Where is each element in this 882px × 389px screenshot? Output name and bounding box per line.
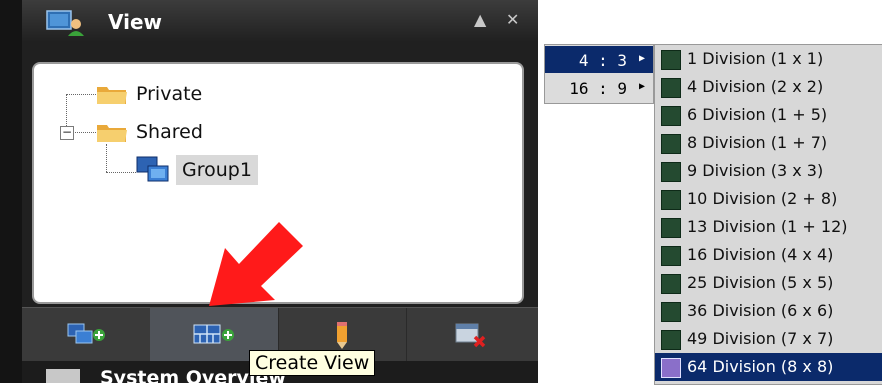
panel-title: View bbox=[108, 10, 163, 34]
menu-item-4-3[interactable]: 4 : 3 ▶ bbox=[545, 46, 653, 73]
division-label: 64 Division (8 x 8) bbox=[687, 357, 834, 376]
division-item-64[interactable]: 64 Division (8 x 8) bbox=[655, 353, 882, 381]
submenu-arrow-icon: ▶ bbox=[638, 81, 645, 92]
aspect-ratio-menu: 4 : 3 ▶ 16 : 9 ▶ bbox=[544, 44, 654, 104]
pointer-arrow-icon bbox=[209, 222, 303, 306]
division-item-13[interactable]: 13 Division (1 + 12) bbox=[655, 213, 882, 241]
division-item-10[interactable]: 10 Division (2 + 8) bbox=[655, 185, 882, 213]
division-item-25[interactable]: 25 Division (5 x 5) bbox=[655, 269, 882, 297]
layout-9-icon bbox=[661, 162, 681, 182]
close-button[interactable]: ✕ bbox=[506, 10, 519, 29]
collapse-button[interactable]: ▲ bbox=[474, 10, 486, 29]
menu-item-label: 4 : 3 bbox=[578, 51, 627, 70]
division-label: 16 Division (4 x 4) bbox=[687, 245, 834, 264]
tree-line bbox=[106, 144, 107, 172]
panel-edge bbox=[0, 0, 22, 383]
division-item-16[interactable]: 16 Division (4 x 4) bbox=[655, 241, 882, 269]
layout-10-icon bbox=[661, 190, 681, 210]
menu-item-label: 16 : 9 bbox=[569, 79, 627, 98]
folder-icon bbox=[97, 87, 127, 104]
folder-icon bbox=[97, 125, 127, 142]
view-panel: View ▲ ✕ − Private Shared Group1 System … bbox=[0, 0, 538, 389]
tree-item-label: Group1 bbox=[176, 155, 258, 185]
tree-expander-shared[interactable]: − bbox=[60, 126, 74, 140]
layout-13-icon bbox=[661, 218, 681, 238]
panel-titlebar: View ▲ ✕ bbox=[22, 0, 538, 42]
create-view-icon bbox=[193, 324, 234, 344]
layout-8-icon bbox=[661, 134, 681, 154]
layout-64-icon bbox=[661, 358, 681, 378]
tree-item-label: Shared bbox=[136, 121, 203, 143]
tree-item-label: Private bbox=[136, 83, 203, 105]
division-label: 6 Division (1 + 5) bbox=[687, 105, 828, 124]
layout-4-icon bbox=[661, 78, 681, 98]
division-item-36[interactable]: 36 Division (6 x 6) bbox=[655, 297, 882, 325]
system-overview-icon bbox=[46, 369, 80, 383]
create-view-tooltip: Create View bbox=[249, 350, 376, 376]
division-item-49[interactable]: 49 Division (7 x 7) bbox=[655, 325, 882, 353]
tree-item-shared[interactable]: Shared bbox=[96, 118, 203, 146]
pencil-icon bbox=[337, 322, 347, 349]
division-label: 25 Division (5 x 5) bbox=[687, 273, 834, 292]
division-label: 10 Division (2 + 8) bbox=[687, 189, 838, 208]
tree-line bbox=[106, 172, 136, 173]
division-item-6[interactable]: 6 Division (1 + 5) bbox=[655, 101, 882, 129]
layout-49-icon bbox=[661, 330, 681, 350]
add-group-icon bbox=[67, 323, 105, 344]
layout-25-icon bbox=[661, 274, 681, 294]
delete-button[interactable] bbox=[406, 308, 534, 362]
division-label: 49 Division (7 x 7) bbox=[687, 329, 834, 348]
layout-1-icon bbox=[661, 50, 681, 70]
layout-36-icon bbox=[661, 302, 681, 322]
division-label: 36 Division (6 x 6) bbox=[687, 301, 834, 320]
layout-16-icon bbox=[661, 246, 681, 266]
layout-6-icon bbox=[661, 106, 681, 126]
division-item-8[interactable]: 8 Division (1 + 7) bbox=[655, 129, 882, 157]
tree-line bbox=[72, 132, 96, 133]
division-label: 4 Division (2 x 2) bbox=[687, 77, 824, 96]
division-label: 8 Division (1 + 7) bbox=[687, 133, 828, 152]
view-panel-body: View ▲ ✕ − Private Shared Group1 System … bbox=[22, 0, 538, 389]
division-item-9[interactable]: 9 Division (3 x 3) bbox=[655, 157, 882, 185]
delete-icon bbox=[455, 323, 486, 348]
division-item-1[interactable]: 1 Division (1 x 1) bbox=[655, 45, 882, 73]
division-item-4[interactable]: 4 Division (2 x 2) bbox=[655, 73, 882, 101]
tree-item-private[interactable]: Private bbox=[96, 80, 202, 108]
add-group-button[interactable] bbox=[22, 308, 151, 362]
tree-item-group1[interactable]: Group1 bbox=[136, 155, 258, 185]
division-label: 13 Division (1 + 12) bbox=[687, 217, 848, 236]
menu-item-16-9[interactable]: 16 : 9 ▶ bbox=[545, 74, 653, 101]
view-panel-icon bbox=[46, 10, 84, 36]
division-menu: 1 Division (1 x 1) 4 Division (2 x 2) 6 … bbox=[654, 44, 882, 385]
submenu-arrow-icon: ▶ bbox=[638, 53, 645, 64]
division-label: 9 Division (3 x 3) bbox=[687, 161, 824, 180]
monitors-icon bbox=[136, 156, 169, 182]
tree-line bbox=[66, 94, 96, 95]
division-label: 1 Division (1 x 1) bbox=[687, 49, 824, 68]
